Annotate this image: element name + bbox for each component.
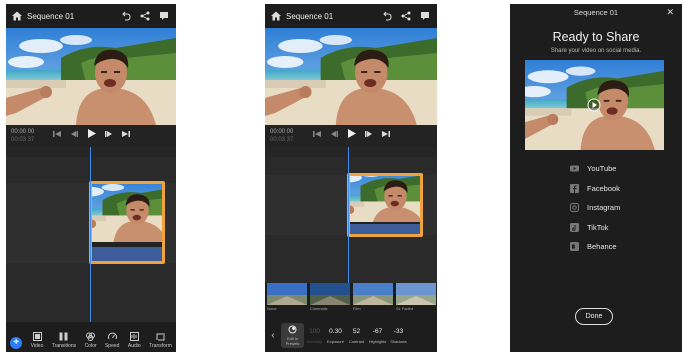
adjustment-exposure[interactable]: 0.30 Exposure [325,327,346,344]
tool-transform[interactable]: Transform [149,332,172,349]
share-screen: Sequence 01 ✕ Ready to Share Share your … [510,4,682,352]
instagram-icon [570,203,579,213]
speed-icon [107,332,117,340]
tiktok-icon [570,222,579,232]
playback-controls: 00:00 00 00:03 37 [6,125,176,147]
adjustment-edit-presets[interactable]: Edit in Presets [281,323,304,348]
skip-forward-icon[interactable] [381,130,390,140]
share-instagram[interactable]: Instagram [570,198,620,218]
tool-video[interactable]: Video [31,332,43,349]
back-chevron-icon[interactable]: ‹ [265,330,281,341]
editor-screen-timeline: Sequence 01 00:00 00 00:03 37 + Video Tr… [6,4,176,352]
close-icon[interactable]: ✕ [666,7,674,18]
video-preview [6,28,176,125]
share-tiktok[interactable]: TikTok [570,218,620,238]
home-icon[interactable] [11,10,23,22]
share-youtube[interactable]: YouTube [570,159,620,179]
filter-none[interactable]: None [267,283,307,319]
presets-icon [288,325,297,334]
top-bar: Sequence 01 [6,4,176,28]
color-adjustments: ‹ Edit in Presets 100 Intensity 0.30 Exp… [265,319,437,352]
tool-color[interactable]: Color [85,332,97,349]
timeline[interactable] [265,147,437,283]
skip-back-icon[interactable] [52,130,61,140]
audio-waveform [350,224,420,234]
audio-icon [129,332,139,341]
playhead[interactable] [348,147,349,283]
share-destinations: YouTube Facebook Instagram TikTok Behanc… [570,159,620,257]
adjustment-intensity[interactable]: 100 Intensity [304,327,325,344]
video-icon [32,332,42,341]
tool-transitions[interactable]: Transitions [52,332,76,349]
editor-screen-color: Sequence 01 00:00 00 00:03 37 None Cinem… [265,4,437,352]
audio-waveform [92,247,162,261]
done-button[interactable]: Done [575,308,613,325]
share-icon[interactable] [401,11,411,21]
facebook-icon [570,183,579,193]
filter-cinematic[interactable]: Cinematic [310,283,350,319]
youtube-icon [570,165,579,172]
bottom-toolbar: + Video Transitions Color Speed Audio Tr… [6,322,176,352]
share-icon[interactable] [140,11,150,21]
step-back-icon[interactable] [70,130,78,140]
timeline-ruler [265,147,437,157]
filter-film[interactable]: Film [353,283,393,319]
transform-icon [156,333,165,341]
step-forward-icon[interactable] [104,130,113,140]
top-bar: Sequence 01 [265,4,437,28]
comment-icon[interactable] [420,11,430,21]
share-header: Sequence 01 [510,4,682,20]
transitions-icon [59,332,68,341]
adjustment-contrast[interactable]: 52 Contrast [346,327,367,344]
share-subheading: Share your video on social media. [550,48,642,54]
comment-icon[interactable] [159,11,169,21]
behance-icon [570,242,579,252]
sequence-title: Sequence 01 [286,11,334,21]
share-header-title: Sequence 01 [573,7,619,17]
share-video-preview[interactable] [525,60,664,150]
color-icon [86,332,96,341]
skip-forward-icon[interactable] [121,130,130,140]
add-media-button[interactable]: + [10,337,23,349]
video-preview [265,28,437,125]
undo-icon[interactable] [382,11,392,21]
play-circle-icon[interactable] [587,98,601,112]
video-clip[interactable] [347,173,423,237]
play-icon[interactable] [87,129,96,140]
undo-icon[interactable] [121,11,131,21]
sequence-title: Sequence 01 [27,11,75,21]
tool-audio[interactable]: Audio [128,332,141,349]
playback-controls: 00:00 00 00:03 37 [265,125,437,147]
home-icon[interactable] [270,10,282,22]
share-facebook[interactable]: Facebook [570,179,620,199]
timeline-ruler [6,147,176,157]
video-clip[interactable] [89,181,165,264]
play-icon[interactable] [347,129,356,140]
skip-back-icon[interactable] [312,130,321,140]
filter-presets: None Cinematic Film SL Faded [265,283,437,319]
share-behance[interactable]: Behance [570,237,620,257]
adjustment-highlights[interactable]: -67 Highlights [367,327,388,344]
adjustment-shadows[interactable]: -33 Shadows [388,327,409,344]
step-back-icon[interactable] [330,130,338,140]
share-heading: Ready to Share [552,30,640,44]
filter-sl-faded[interactable]: SL Faded [396,283,436,319]
playhead[interactable] [90,147,91,322]
step-forward-icon[interactable] [364,130,373,140]
timeline[interactable] [6,147,176,322]
tool-speed[interactable]: Speed [105,332,119,349]
